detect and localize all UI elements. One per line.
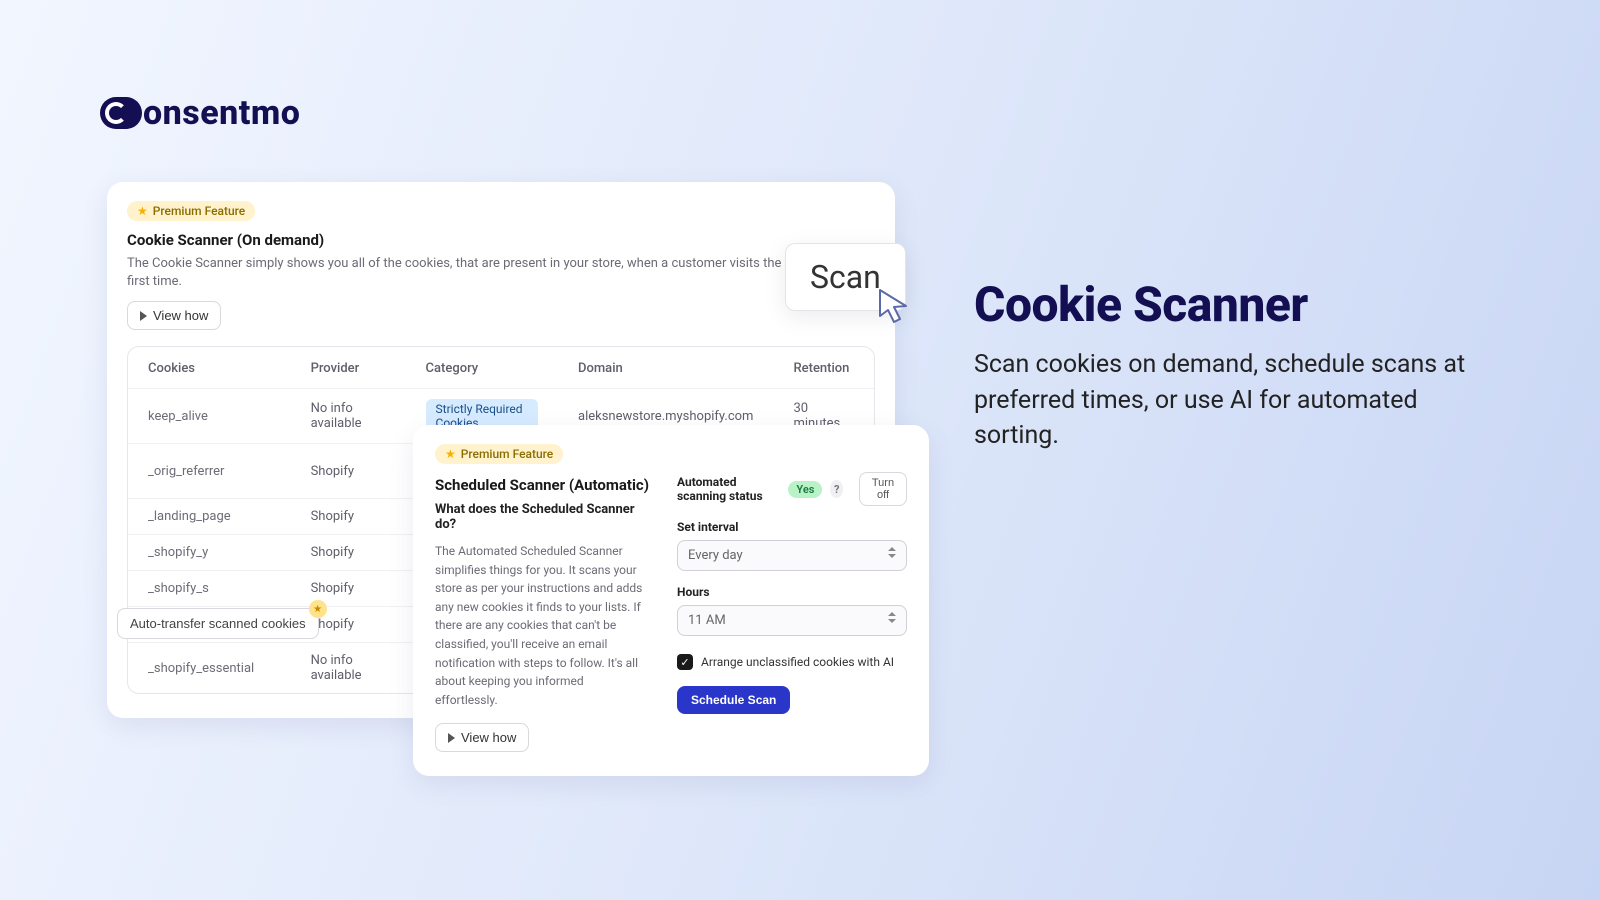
hours-select[interactable]: 11 AM — [677, 605, 907, 636]
star-icon: ★ — [445, 447, 456, 461]
cell-provider: No info available — [291, 389, 406, 444]
cell-provider: Shopify — [291, 571, 406, 607]
cell-cookie: _orig_referrer — [128, 444, 291, 499]
marketing-block: Cookie Scanner Scan cookies on demand, s… — [974, 276, 1474, 454]
brand-name: onsentmo — [143, 93, 300, 133]
cell-provider: No info available — [291, 643, 406, 694]
cell-cookie: keep_alive — [128, 389, 291, 444]
panel-title: Cookie Scanner (On demand) — [127, 231, 875, 249]
scheduled-scanner-panel: ★ Premium Feature Scheduled Scanner (Aut… — [413, 425, 929, 776]
col-category: Category — [406, 347, 558, 389]
cell-provider: Shopify — [291, 444, 406, 499]
sched-description: The Automated Scheduled Scanner simplifi… — [435, 542, 649, 709]
sched-title: Scheduled Scanner (Automatic) — [435, 476, 649, 494]
star-icon: ★ — [309, 600, 327, 618]
col-provider: Provider — [291, 347, 406, 389]
premium-badge: ★ Premium Feature — [127, 201, 255, 221]
cell-cookie: _shopify_y — [128, 535, 291, 571]
cell-cookie: _shopify_essential — [128, 643, 291, 694]
panel-description: The Cookie Scanner simply shows you all … — [127, 255, 875, 291]
status-label: Automated scanning status — [677, 475, 780, 503]
star-icon: ★ — [137, 204, 148, 218]
cursor-icon — [876, 286, 916, 326]
interval-label: Set interval — [677, 520, 907, 534]
ai-checkbox-row[interactable]: ✓ Arrange unclassified cookies with AI — [677, 654, 907, 670]
auto-transfer-button[interactable]: Auto-transfer scanned cookies ★ — [117, 608, 319, 639]
cell-provider: Shopify — [291, 499, 406, 535]
brand-logo: onsentmo — [100, 93, 300, 133]
help-icon[interactable]: ? — [830, 480, 843, 498]
cell-cookie: _landing_page — [128, 499, 291, 535]
interval-select[interactable]: Every day — [677, 540, 907, 571]
col-cookies: Cookies — [128, 347, 291, 389]
autotransfer-wrap: Auto-transfer scanned cookies ★ — [117, 608, 319, 639]
status-value: Yes — [788, 481, 822, 498]
marketing-title: Cookie Scanner — [974, 276, 1474, 333]
hours-label: Hours — [677, 585, 907, 599]
view-how-button[interactable]: View how — [435, 723, 529, 752]
premium-badge: ★ Premium Feature — [435, 444, 563, 464]
col-domain: Domain — [558, 347, 773, 389]
checkbox-checked-icon: ✓ — [677, 654, 693, 670]
col-retention: Retention — [773, 347, 874, 389]
schedule-scan-button[interactable]: Schedule Scan — [677, 686, 790, 714]
cell-cookie: _shopify_s — [128, 571, 291, 607]
turn-off-button[interactable]: Turn off — [859, 472, 907, 506]
logo-mark-icon — [100, 97, 142, 129]
cell-provider: Shopify — [291, 535, 406, 571]
sched-subtitle: What does the Scheduled Scanner do? — [435, 502, 649, 532]
view-how-button[interactable]: View how — [127, 301, 221, 330]
marketing-description: Scan cookies on demand, schedule scans a… — [974, 347, 1474, 454]
